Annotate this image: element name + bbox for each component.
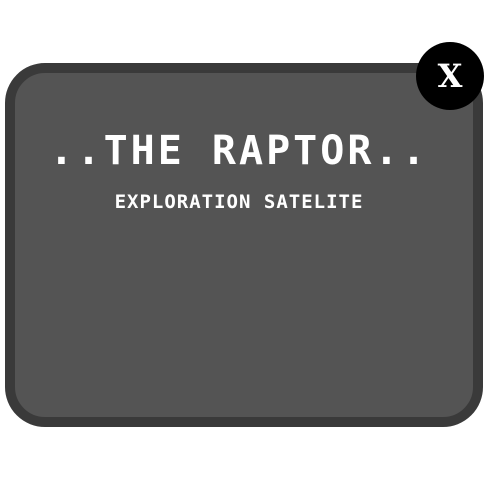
dialog-title: ..THE RAPTOR.. [49,128,429,174]
dialog-panel [5,63,483,427]
stage: ..THE RAPTOR.. EXPLORATION SATELITE X [0,0,490,490]
close-button[interactable]: X [416,42,484,110]
close-icon: X [437,57,463,95]
dialog-subtitle: EXPLORATION SATELITE [114,191,364,213]
